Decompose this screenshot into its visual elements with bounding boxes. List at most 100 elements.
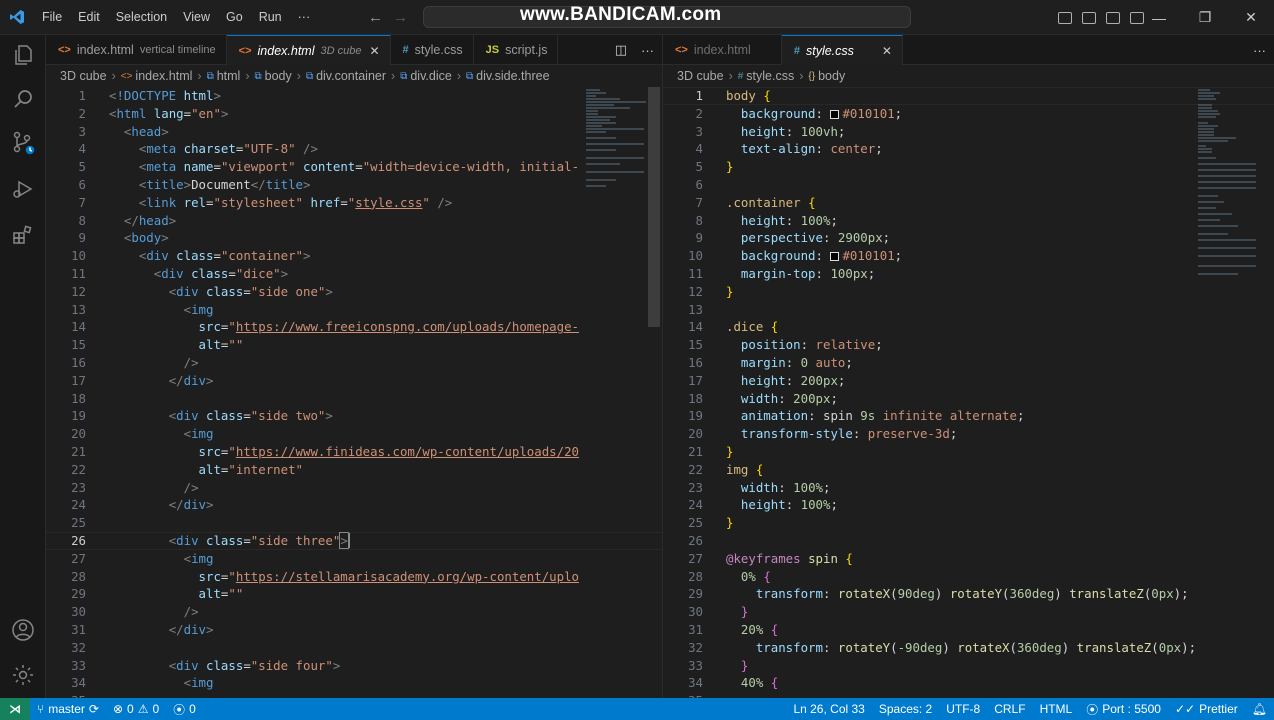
line-ending[interactable]: CRLF — [987, 702, 1032, 716]
breadcrumb-item[interactable]: body — [818, 69, 845, 83]
code-line: <html lang="en"> — [109, 105, 229, 121]
code-line: <title>Document</title> — [138, 177, 311, 192]
menu-go[interactable]: Go — [218, 0, 251, 35]
tab-style-css[interactable]: # style.css — [391, 35, 474, 65]
line-number: 27 — [71, 550, 86, 566]
breadcrumb-item[interactable]: div.container — [316, 69, 386, 83]
code-line: background: #010101; — [740, 105, 903, 121]
indentation[interactable]: Spaces: 2 — [872, 702, 939, 716]
menu-view[interactable]: View — [175, 0, 218, 35]
breadcrumb-item[interactable]: div.dice — [410, 69, 451, 83]
broadcast-icon: ⦿ — [173, 702, 186, 717]
menu-selection[interactable]: Selection — [108, 0, 175, 35]
source-control-icon[interactable] — [0, 123, 46, 163]
code-line: perspective: 2900px; — [740, 230, 891, 246]
menu-file[interactable]: File — [34, 0, 70, 35]
live-server-status[interactable]: ⦿ Port : 5500 — [1079, 701, 1168, 718]
account-icon[interactable] — [0, 610, 46, 650]
line-number: 31 — [688, 622, 703, 637]
code-line: transform: rotateX(90deg) rotateY(360deg… — [755, 586, 1189, 602]
ports-status[interactable]: ⦿ 0 — [166, 701, 203, 718]
line-number: 25 — [688, 515, 703, 531]
notifications-bell-icon[interactable]: 🔔︎ — [1245, 702, 1274, 716]
breadcrumb-item[interactable]: 3D cube — [677, 69, 724, 83]
code-line: 40% { — [740, 675, 779, 691]
line-number: 16 — [71, 355, 86, 370]
menu-more[interactable]: ··· — [290, 0, 319, 35]
toggle-primary-sidebar-icon[interactable] — [1058, 11, 1072, 24]
line-number: 4 — [78, 141, 86, 157]
minimap-left[interactable] — [586, 87, 648, 207]
breadcrumb-item[interactable]: body — [265, 69, 292, 83]
line-number: 32 — [71, 639, 86, 655]
line-number: 3 — [78, 123, 86, 139]
line-number: 16 — [688, 355, 703, 370]
css-code-editor[interactable]: 1 body { 2 background: #010101; 3 height:… — [663, 87, 1274, 698]
tab-bar-right: <> index.html # style.css ✕ ··· — [663, 35, 1274, 65]
code-line: </div> — [168, 372, 214, 388]
code-line: <img — [183, 675, 214, 691]
sync-icon: ⟳ — [88, 702, 99, 716]
encoding[interactable]: UTF-8 — [939, 702, 987, 716]
menu-edit[interactable]: Edit — [70, 0, 108, 35]
git-branch-icon: ⑂ — [37, 702, 45, 716]
close-window-icon[interactable]: ✕ — [1228, 0, 1274, 35]
code-line: </div> — [168, 497, 214, 513]
problems-status[interactable]: ⊗ 0 ⚠ 0 — [106, 702, 166, 716]
line-number: 20 — [688, 426, 703, 442]
minimize-icon[interactable]: — — [1136, 0, 1182, 35]
more-actions-icon[interactable]: ··· — [641, 43, 654, 58]
line-number: 22 — [71, 461, 86, 477]
code-line: transform-style: preserve-3d; — [740, 426, 958, 442]
code-line: img { — [726, 461, 764, 477]
line-number: 6 — [78, 177, 86, 192]
tab-script-js[interactable]: JS script.js — [474, 35, 559, 65]
run-debug-icon[interactable] — [0, 169, 46, 209]
toggle-secondary-sidebar-icon[interactable] — [1106, 11, 1120, 24]
color-swatch[interactable] — [830, 252, 840, 262]
close-tab-icon[interactable]: ✕ — [369, 44, 379, 58]
editor-actions-right: ··· — [1253, 35, 1266, 65]
code-line: /> — [183, 355, 199, 370]
tab-index-html-vertical-timeline[interactable]: <> index.html vertical timeline — [46, 35, 227, 65]
breadcrumb-item[interactable]: index.html — [135, 69, 192, 83]
remote-indicator-icon[interactable]: ⋊ — [0, 698, 30, 720]
explorer-icon[interactable] — [0, 35, 46, 75]
breadcrumb-item[interactable]: 3D cube — [60, 69, 107, 83]
breadcrumb-item[interactable]: html — [217, 69, 241, 83]
branch-status[interactable]: ⑂ master ⟳ — [30, 702, 106, 716]
code-line: height: 100vh; — [740, 123, 846, 139]
cursor-position[interactable]: Ln 26, Col 33 — [786, 702, 871, 716]
tab-index-html[interactable]: <> index.html — [663, 35, 782, 65]
toggle-panel-icon[interactable] — [1082, 11, 1096, 24]
breadcrumb-item[interactable]: style.css — [746, 69, 794, 83]
line-number: 29 — [71, 586, 86, 602]
settings-gear-icon[interactable] — [0, 655, 46, 695]
color-swatch[interactable] — [830, 109, 840, 119]
restore-icon[interactable]: ❐ — [1182, 0, 1228, 35]
tab-index-html-3d-cube[interactable]: <> index.html 3D cube ✕ — [226, 35, 391, 65]
html-code-editor[interactable]: 1 <!DOCTYPE html> 2 <html lang="en"> 3 <he… — [46, 87, 662, 698]
scrollbar-left[interactable] — [648, 87, 660, 327]
search-icon[interactable] — [0, 79, 46, 119]
language-mode[interactable]: HTML — [1033, 702, 1080, 716]
code-line: } — [740, 604, 749, 620]
extensions-icon[interactable] — [0, 215, 46, 255]
more-actions-icon[interactable]: ··· — [1253, 43, 1266, 58]
code-line: alt="" — [198, 586, 244, 602]
line-number: 21 — [71, 444, 86, 459]
close-tab-icon[interactable]: ✕ — [882, 44, 892, 58]
breadcrumb-item[interactable]: div.side.three — [476, 69, 549, 83]
tab-style-css-active[interactable]: # style.css ✕ — [781, 35, 903, 65]
code-line: height: 200px; — [740, 372, 846, 388]
code-line: /> — [183, 479, 199, 495]
back-arrow-icon[interactable]: ← — [368, 9, 383, 26]
prettier-status[interactable]: ✓✓ Prettier — [1168, 702, 1245, 716]
line-number: 9 — [78, 230, 86, 246]
tab-label: index.html — [257, 43, 315, 58]
split-editor-icon[interactable]: ◫ — [615, 42, 627, 58]
code-line: } — [726, 283, 734, 299]
menu-run[interactable]: Run — [251, 0, 290, 35]
forward-arrow-icon[interactable]: → — [393, 9, 408, 26]
minimap-right[interactable] — [1198, 87, 1260, 287]
